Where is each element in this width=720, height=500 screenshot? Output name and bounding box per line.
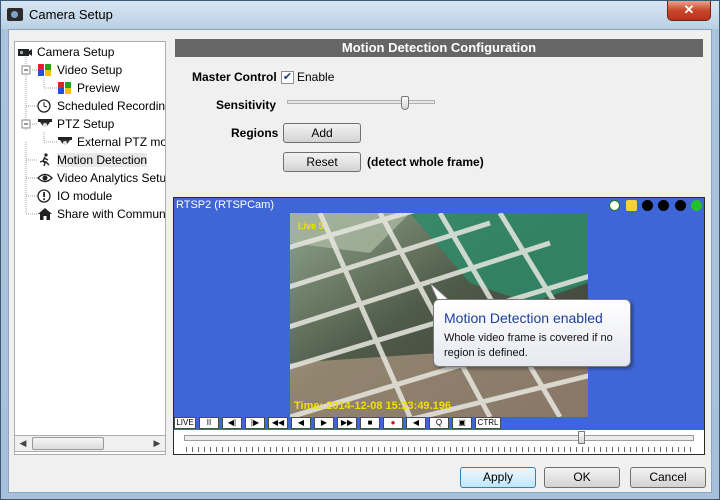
stop-button[interactable]: ■ [360,417,380,429]
enable-label: Enable [297,70,335,84]
play-button[interactable]: ▶ [314,417,334,429]
scrollbar-thumb[interactable] [32,437,104,450]
color-grid-icon [57,81,73,95]
dialog-client-area: Camera Setup Video Setup Preview Schedul… [8,29,712,493]
camera-status-icons [607,200,702,212]
audio-muted-icon[interactable] [625,200,637,211]
reset-hint: (detect whole frame) [367,155,484,169]
motion-detection-callout: Motion Detection enabled Whole video fra… [433,299,631,367]
camera-app-icon [7,8,23,21]
video-timestamp: Time: 2014-12-08 15:23:49.196 [294,400,451,412]
cancel-button[interactable]: Cancel [630,467,706,488]
dome-camera-icon [37,117,53,131]
live-button[interactable]: LIVE [174,417,196,429]
seek-track[interactable] [184,435,694,441]
tree-item-motion-detection[interactable]: Motion Detection [37,151,148,169]
seek-ticks [186,447,694,452]
tree-item-video-analytics[interactable]: Video Analytics Setup [37,169,165,187]
ok-button[interactable]: OK [544,467,620,488]
tree-item-scheduled-recording[interactable]: Scheduled Recording [37,97,165,115]
playback-toolbar: LIVE II ◀| |▶ ◀◀ ◀ ▶ ▶▶ ■ ● ◀ Q ▣ CTRL [174,417,704,430]
camera-setup-window: Camera Setup ✕ Camera Setup Video Setup … [0,0,720,500]
title-bar[interactable]: Camera Setup ✕ [1,1,719,29]
status-dot-icon [691,200,702,211]
sensitivity-label: Sensitivity [216,98,277,112]
status-dot-icon [674,200,686,211]
tree-item-ptz-setup[interactable]: PTZ Setup [37,115,114,133]
zoom-button[interactable]: Q [429,417,449,429]
snapshot-button[interactable]: ▣ [452,417,472,429]
tree-item-video-setup[interactable]: Video Setup [37,61,122,79]
tree-item-preview[interactable]: Preview [57,79,120,97]
config-header: Motion Detection Configuration [175,39,703,57]
color-grid-icon [37,63,53,77]
live-tag: Live 5 [298,221,324,231]
dome-camera-icon [57,135,73,149]
playback-seekbar[interactable] [174,430,704,454]
step-forward-button[interactable]: |▶ [245,417,265,429]
rewind-button[interactable]: ◀ [291,417,311,429]
scroll-left-arrow-icon[interactable]: ◀ [15,436,31,451]
eye-status-icon[interactable] [609,200,621,211]
callout-body: Whole video frame is covered if no regio… [444,332,613,359]
eye-icon [37,171,53,185]
apply-button[interactable]: Apply [460,467,536,488]
settings-tree[interactable]: Camera Setup Video Setup Preview Schedul… [14,41,166,455]
tree-item-external-ptz[interactable]: External PTZ moc [57,133,165,151]
record-button[interactable]: ● [383,417,403,429]
close-button[interactable]: ✕ [667,1,711,21]
clock-icon [37,99,53,113]
fast-rewind-button[interactable]: ◀◀ [268,417,288,429]
status-dot-icon [658,200,670,211]
ctrl-button[interactable]: CTRL [475,417,501,429]
sensitivity-slider-thumb[interactable] [401,96,410,110]
exclamation-icon [37,189,53,203]
seek-thumb[interactable] [578,431,586,444]
camera-view-panel: RTSP2 (RTSPCam) Live 5 Time: 2014-12-08 … [173,197,705,455]
scroll-right-arrow-icon[interactable]: ▶ [149,436,165,451]
pause-button[interactable]: II [199,417,219,429]
tree-item-share-community[interactable]: Share with Communit [37,205,165,223]
fast-forward-button[interactable]: ▶▶ [337,417,357,429]
home-icon [37,207,53,221]
callout-title: Motion Detection enabled [444,310,603,326]
reset-region-button[interactable]: Reset [283,152,361,172]
volume-button[interactable]: ◀ [406,417,426,429]
camera-icon [17,45,33,59]
step-back-button[interactable]: ◀| [222,417,242,429]
tree-item-io-module[interactable]: IO module [37,187,112,205]
status-dot-icon [641,200,653,211]
window-title: Camera Setup [29,7,113,22]
camera-title: RTSP2 (RTSPCam) [176,199,275,211]
enable-checkbox[interactable]: ✔ [281,71,294,84]
add-region-button[interactable]: Add [283,123,361,143]
tree-item-camera-setup[interactable]: Camera Setup [17,43,114,61]
master-control-label: Master Control [192,70,277,84]
regions-label: Regions [231,126,279,140]
sensitivity-slider-track[interactable] [287,100,435,104]
running-man-icon [37,153,53,167]
tree-horizontal-scrollbar[interactable]: ◀ ▶ [14,435,166,452]
